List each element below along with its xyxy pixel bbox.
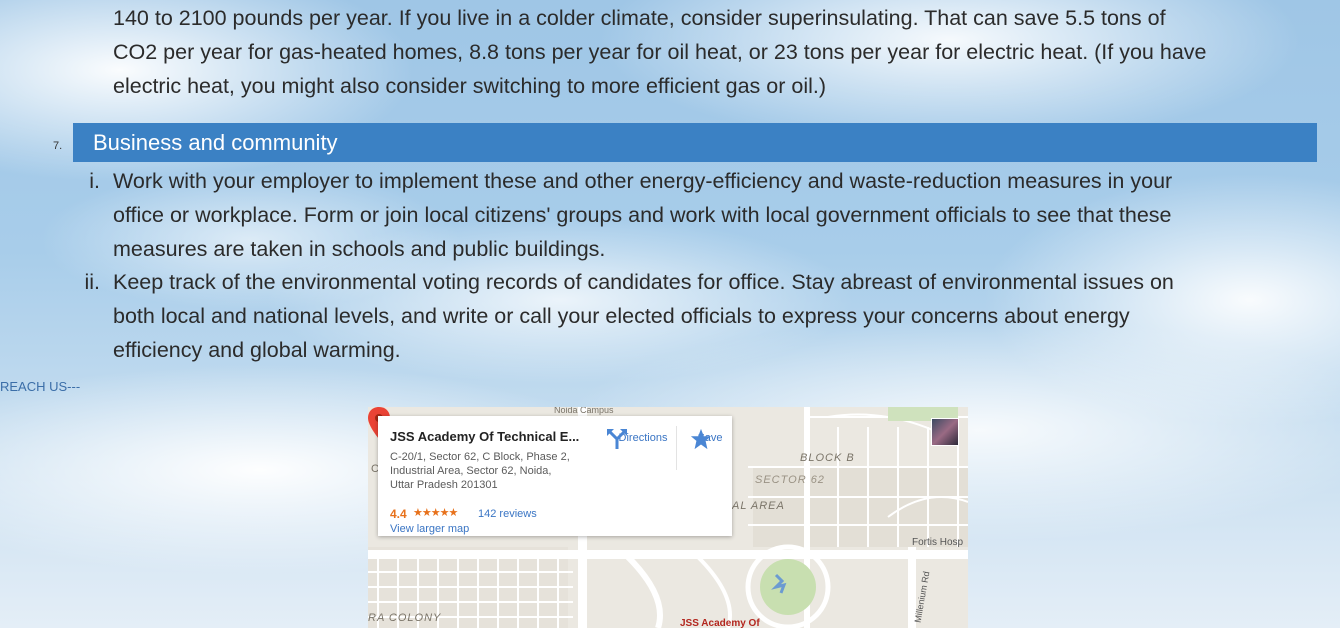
intro-paragraph: 140 to 2100 pounds per year. If you live… [113, 1, 1338, 103]
place-info-card: JSS Academy Of Technical E... C-20/1, Se… [378, 416, 732, 536]
map-pin-label: JSS Academy Of [680, 618, 760, 628]
map-label-area: AL AREA [732, 500, 785, 512]
list-item-text: Keep track of the environmental voting r… [113, 265, 1338, 367]
list-item-line: Keep track of the environmental voting r… [113, 270, 1174, 294]
avatar[interactable] [931, 418, 959, 446]
list-item-line: both local and national levels, and writ… [113, 304, 1130, 328]
intro-line-1: 140 to 2100 pounds per year. If you live… [113, 6, 1166, 30]
view-larger-map-link[interactable]: View larger map [390, 523, 469, 535]
map-label-colony: RA COLONY [368, 612, 442, 624]
map-label-fortis: Fortis Hosp [912, 537, 964, 548]
embedded-map[interactable]: Noida Campus BLOCK B SECTOR 62 AL AREA F… [368, 407, 968, 628]
place-address: C-20/1, Sector 62, C Block, Phase 2, Ind… [390, 450, 590, 492]
reach-us-label: REACH US--- [0, 379, 81, 394]
place-rating: 4.4 [390, 507, 407, 521]
list-marker: ii. [84, 270, 100, 294]
save-button[interactable]: Save [690, 428, 730, 450]
directions-icon [607, 429, 627, 449]
intro-line-3: electric heat, you might also consider s… [113, 74, 827, 98]
map-label-block-b: BLOCK B [800, 452, 855, 464]
map-label-campus: Noida Campus [554, 407, 614, 415]
address-line: Uttar Pradesh 201301 [390, 479, 498, 491]
reviews-link[interactable]: 142 reviews [478, 508, 537, 520]
list-item-line: efficiency and global warming. [113, 338, 401, 362]
list-item-line: office or workplace. Form or join local … [113, 203, 1172, 227]
place-title: JSS Academy Of Technical E... [390, 429, 580, 444]
list-item-line: Work with your employer to implement the… [113, 169, 1173, 193]
rating-stars: ★★★★★ [413, 507, 458, 519]
address-line: Industrial Area, Sector 62, Noida, [390, 465, 552, 477]
star-icon [690, 428, 712, 450]
map-label-sector: SECTOR 62 [755, 474, 825, 486]
address-line: C-20/1, Sector 62, C Block, Phase 2, [390, 451, 570, 463]
section-number: 7. [53, 140, 63, 152]
section-title: Business and community [73, 123, 1317, 162]
list-item-text: Work with your employer to implement the… [113, 164, 1338, 266]
intro-line-2: CO2 per year for gas-heated homes, 8.8 t… [113, 40, 1207, 64]
list-item-line: measures are taken in schools and public… [113, 237, 606, 261]
list-marker: i. [89, 169, 100, 193]
card-divider [676, 426, 677, 470]
directions-button[interactable]: Directions [606, 428, 680, 449]
